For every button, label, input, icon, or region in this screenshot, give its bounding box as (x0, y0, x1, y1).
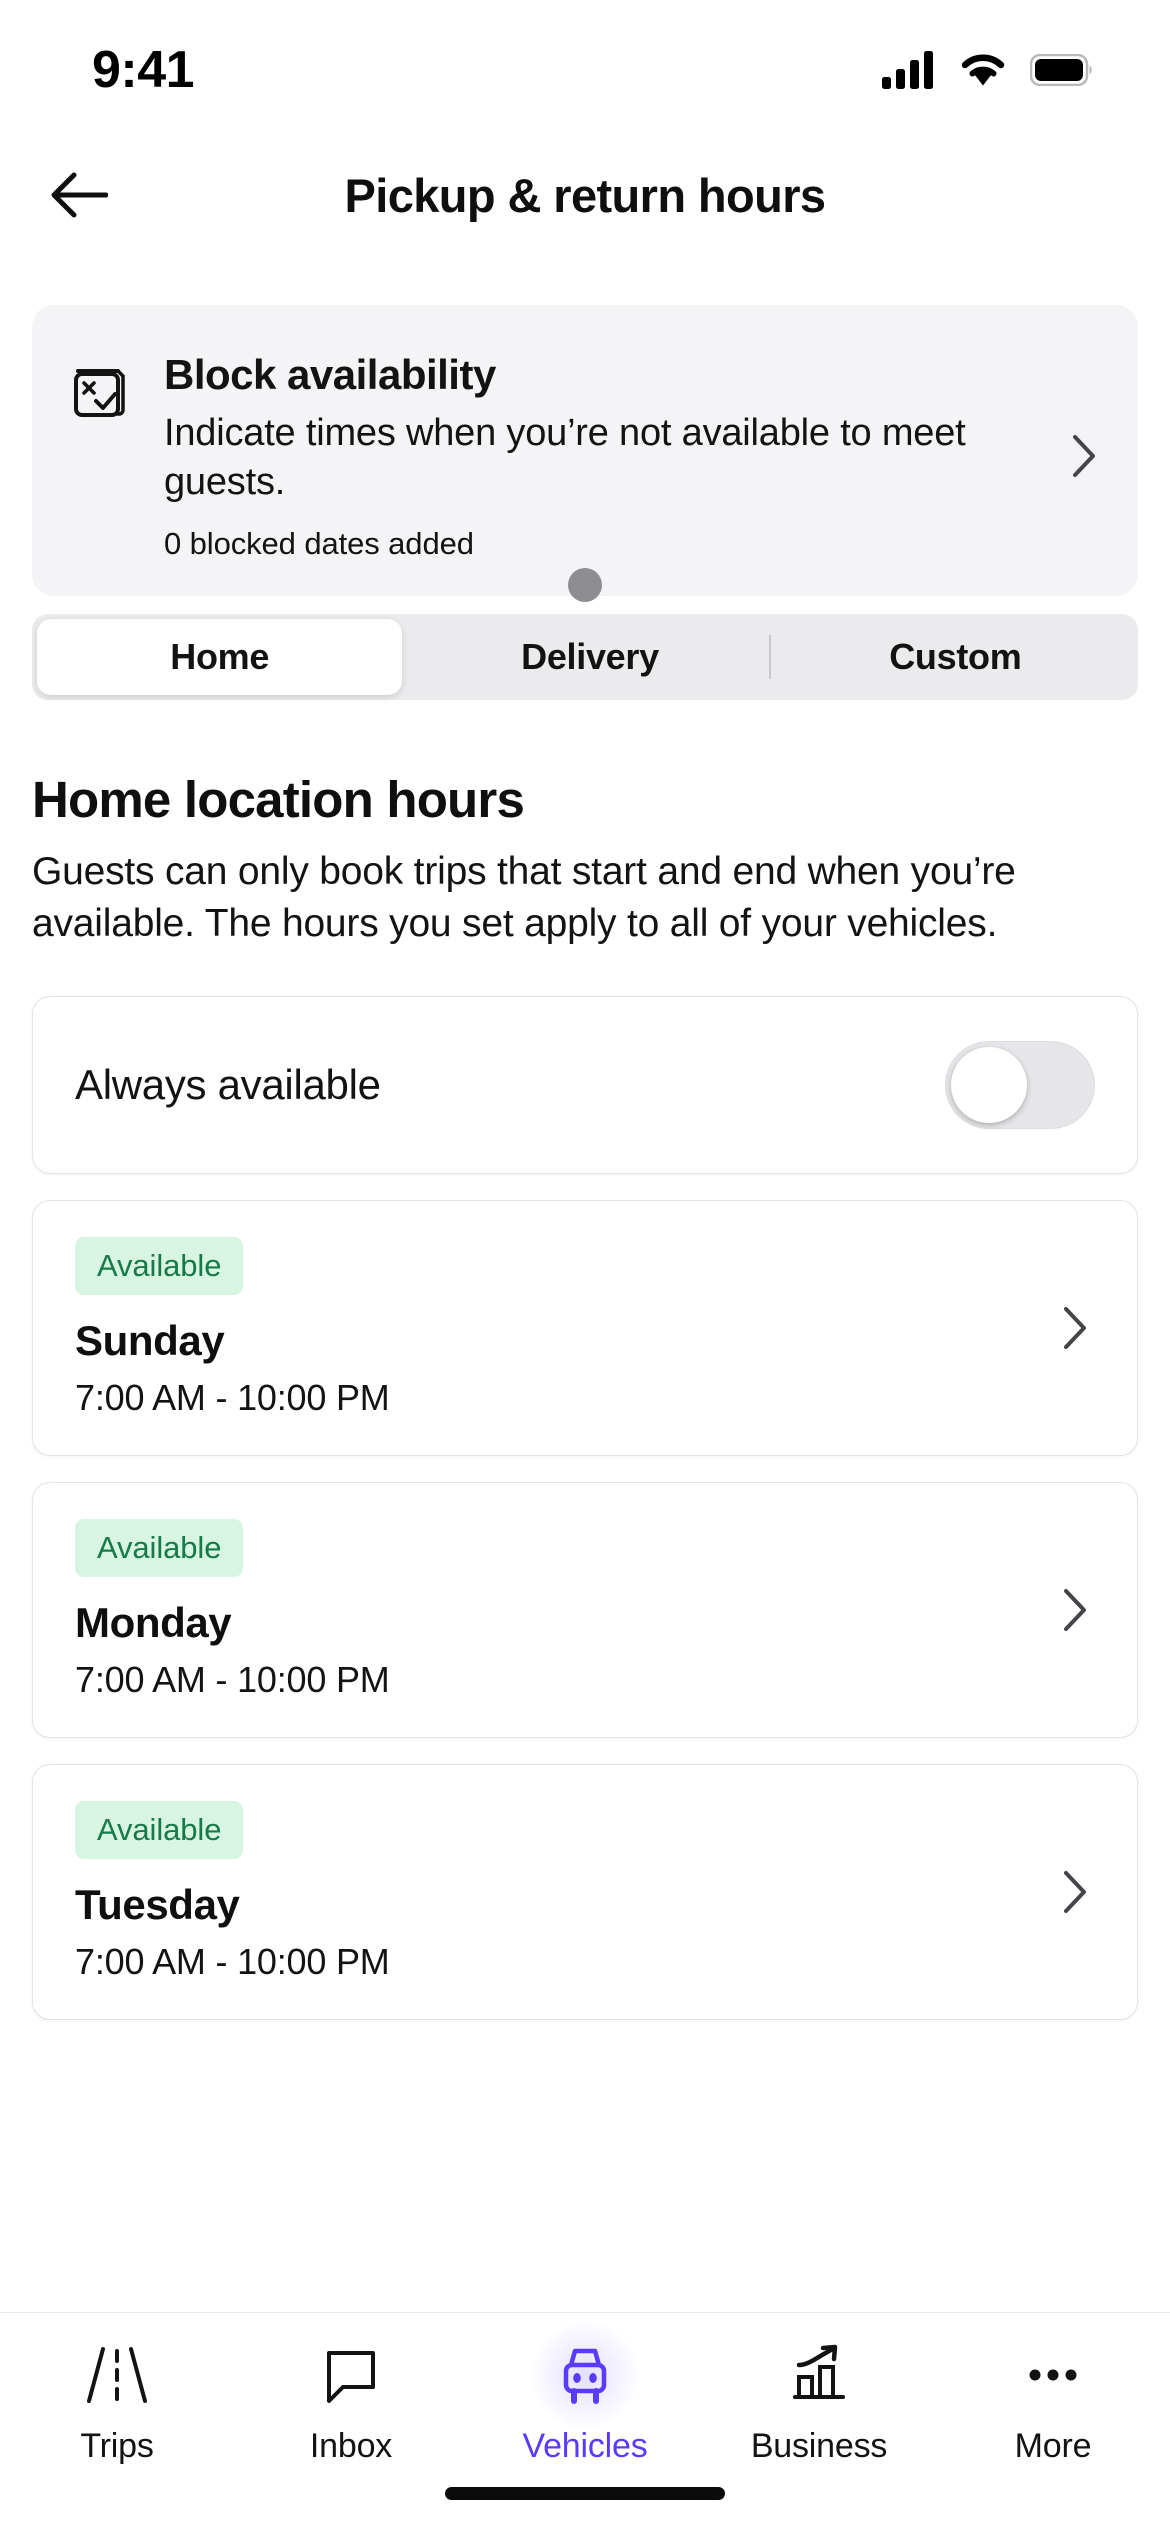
nav-label-vehicles: Vehicles (522, 2427, 648, 2465)
tab-custom[interactable]: Custom (773, 614, 1138, 700)
day-card-content: Available Sunday 7:00 AM - 10:00 PM (33, 1201, 1137, 1455)
block-availability-chevron[interactable] (1064, 431, 1104, 481)
block-availability-card[interactable]: Block availability Indicate times when y… (32, 305, 1138, 602)
nav-item-trips[interactable]: Trips (0, 2337, 234, 2466)
day-info: Available Sunday 7:00 AM - 10:00 PM (75, 1236, 1055, 1419)
back-arrow-icon (51, 172, 108, 218)
status-badge: Available (75, 1800, 244, 1859)
chevron-right-icon (1064, 1306, 1086, 1349)
hours-type-segmented-control: Home Delivery Custom (32, 613, 1138, 700)
toggle-knob (951, 1046, 1027, 1123)
always-available-row[interactable]: Always available (33, 997, 1137, 1173)
day-name: Sunday (75, 1316, 225, 1364)
tab-home[interactable]: Home (37, 618, 403, 695)
back-button[interactable] (44, 160, 114, 230)
status-bar-icons (882, 51, 1092, 89)
block-availability-description: Indicate times when you’re not available… (164, 412, 966, 503)
tab-home-label: Home (170, 635, 270, 677)
day-chevron[interactable] (1055, 1585, 1095, 1635)
wifi-icon (961, 54, 1005, 86)
day-hours: 7:00 AM - 10:00 PM (75, 1658, 390, 1700)
chevron-right-icon (1064, 1870, 1086, 1913)
nav-item-vehicles[interactable]: Vehicles (468, 2321, 702, 2466)
car-icon (531, 2321, 639, 2429)
status-bar-clock: 9:41 (92, 41, 195, 99)
day-name: Monday (75, 1598, 232, 1646)
nav-item-business[interactable]: Business (702, 2337, 936, 2466)
tab-delivery[interactable]: Delivery (407, 614, 772, 700)
nav-label-inbox: Inbox (309, 2427, 393, 2465)
nav-label-more: More (1014, 2427, 1092, 2465)
always-available-toggle[interactable] (945, 1040, 1095, 1129)
carousel-page-dots (32, 567, 1138, 602)
chevron-right-icon (1064, 1588, 1086, 1631)
carousel-dot[interactable] (568, 567, 602, 602)
always-available-card: Always available (32, 995, 1138, 1174)
speech-bubble-icon (315, 2337, 387, 2413)
block-availability-section: Block availability Indicate times when y… (0, 250, 1170, 602)
section-description: Guests can only book trips that start an… (32, 849, 1016, 945)
blocked-dates-count: 0 blocked dates added (164, 525, 474, 561)
cellular-signal-icon (882, 51, 933, 89)
hours-type-tabs-section: Home Delivery Custom (0, 596, 1170, 700)
status-badge: Available (75, 1518, 244, 1577)
day-hours: 7:00 AM - 10:00 PM (75, 1940, 390, 1982)
nav-item-more[interactable]: More (936, 2337, 1170, 2466)
day-info: Available Monday 7:00 AM - 10:00 PM (75, 1518, 1055, 1701)
day-card-monday[interactable]: Available Monday 7:00 AM - 10:00 PM (32, 1481, 1138, 1738)
day-hours: 7:00 AM - 10:00 PM (75, 1376, 390, 1418)
day-card-content: Available Tuesday 7:00 AM - 10:00 PM (33, 1765, 1137, 2019)
blocked-calendar-icon (68, 357, 132, 421)
chevron-right-icon (1073, 435, 1095, 478)
nav-header: Pickup & return hours (0, 140, 1170, 250)
status-badge: Available (75, 1236, 244, 1295)
day-card-tuesday[interactable]: Available Tuesday 7:00 AM - 10:00 PM (32, 1763, 1138, 2020)
day-card-sunday[interactable]: Available Sunday 7:00 AM - 10:00 PM (32, 1199, 1138, 1456)
day-chevron[interactable] (1055, 1303, 1095, 1353)
road-icon (81, 2337, 153, 2413)
section-title: Home location hours (32, 770, 525, 828)
battery-icon (1030, 54, 1092, 86)
home-location-hours-section: Home location hours Guests can only book… (0, 700, 1170, 950)
ellipsis-icon (1017, 2337, 1089, 2413)
block-availability-title: Block availability (164, 351, 496, 398)
day-name: Tuesday (75, 1880, 240, 1928)
home-indicator (445, 2487, 725, 2500)
bar-chart-arrow-icon (783, 2337, 855, 2413)
page-title: Pickup & return hours (344, 168, 827, 222)
block-availability-text: Block availability Indicate times when y… (132, 351, 1064, 562)
always-available-label: Always available (75, 1060, 381, 1108)
day-chevron[interactable] (1055, 1867, 1095, 1917)
hours-card-list: Always available Available Sunday 7:00 A… (0, 950, 1170, 2046)
status-bar: 9:41 (0, 0, 1170, 140)
nav-label-business: Business (750, 2427, 888, 2465)
nav-item-inbox[interactable]: Inbox (234, 2337, 468, 2466)
nav-label-trips: Trips (80, 2427, 154, 2465)
day-info: Available Tuesday 7:00 AM - 10:00 PM (75, 1800, 1055, 1983)
day-card-content: Available Monday 7:00 AM - 10:00 PM (33, 1483, 1137, 1737)
tab-custom-label: Custom (889, 635, 1022, 677)
tab-delivery-label: Delivery (521, 635, 659, 677)
